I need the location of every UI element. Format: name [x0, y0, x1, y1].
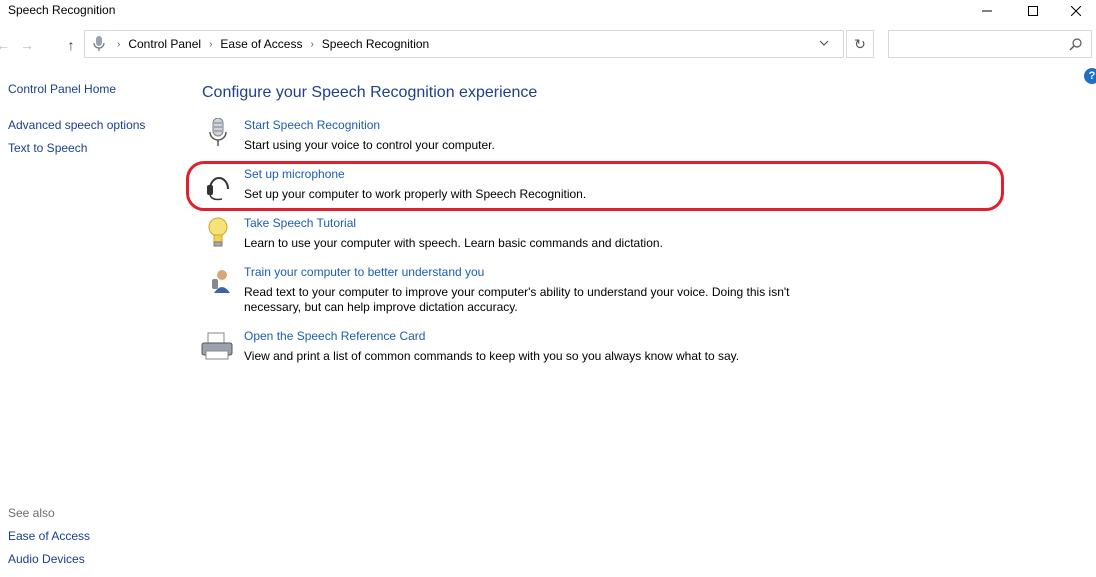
arrow-left-icon: ← [0, 37, 10, 53]
task-description: View and print a list of common commands… [244, 349, 740, 363]
maximize-button[interactable] [1010, 0, 1056, 22]
see-also-link-audio-devices[interactable]: Audio Devices [8, 552, 85, 566]
maximize-icon [1028, 6, 1038, 16]
minimize-icon [982, 10, 992, 12]
start-speech-recognition-link[interactable]: Start Speech Recognition [244, 118, 380, 132]
take-speech-tutorial-link[interactable]: Take Speech Tutorial [244, 216, 356, 230]
minimize-button[interactable] [964, 0, 1010, 22]
lightbulb-icon [200, 216, 236, 252]
back-button[interactable]: ← [0, 36, 12, 54]
forward-button[interactable]: → [18, 36, 36, 54]
microphone-icon [89, 34, 109, 54]
arrow-right-icon: → [20, 37, 34, 53]
close-button[interactable] [1056, 0, 1096, 22]
help-icon[interactable]: ? [1084, 68, 1096, 84]
refresh-icon: ↻ [854, 35, 866, 52]
arrow-up-icon: ↑ [67, 37, 75, 53]
chevron-down-icon[interactable] [819, 37, 829, 51]
address-bar[interactable]: › Control Panel › Ease of Access › Speec… [84, 30, 844, 58]
chevron-right-icon: › [117, 38, 121, 50]
breadcrumb-speech-recognition[interactable]: Speech Recognition [322, 37, 429, 51]
speech-reference-card-link[interactable]: Open the Speech Reference Card [244, 329, 425, 343]
sidebar-link-advanced-speech-options[interactable]: Advanced speech options [8, 118, 145, 132]
breadcrumb-ease-of-access[interactable]: Ease of Access [220, 37, 302, 51]
train-computer-link[interactable]: Train your computer to better understand… [244, 265, 484, 279]
microphone-icon [200, 117, 236, 154]
close-icon [1071, 6, 1081, 16]
window-title: Speech Recognition [8, 3, 116, 17]
task-description: Start using your voice to control your c… [244, 138, 495, 152]
page-title: Configure your Speech Recognition experi… [202, 84, 538, 101]
up-button[interactable]: ↑ [62, 36, 80, 54]
see-also-link-ease-of-access[interactable]: Ease of Access [8, 529, 90, 543]
chevron-right-icon: › [310, 38, 314, 50]
search-icon [1069, 37, 1083, 54]
highlight-annotation [186, 161, 1004, 211]
chevron-right-icon: › [209, 38, 213, 50]
refresh-button[interactable]: ↻ [846, 30, 874, 58]
user-icon [200, 265, 236, 301]
address-bar-row: ← → ↑ › Control Panel › Ease of Access ›… [0, 30, 1096, 60]
breadcrumb-control-panel[interactable]: Control Panel [128, 37, 201, 51]
title-bar: Speech Recognition [0, 0, 1096, 22]
search-input[interactable] [888, 30, 1092, 58]
sidebar-link-control-panel-home[interactable]: Control Panel Home [8, 82, 116, 96]
printer-icon [200, 329, 236, 365]
task-description: Learn to use your computer with speech. … [244, 236, 663, 250]
sidebar-link-text-to-speech[interactable]: Text to Speech [8, 141, 87, 155]
task-description: Read text to your computer to improve yo… [244, 285, 790, 314]
see-also-heading: See also [8, 506, 55, 520]
